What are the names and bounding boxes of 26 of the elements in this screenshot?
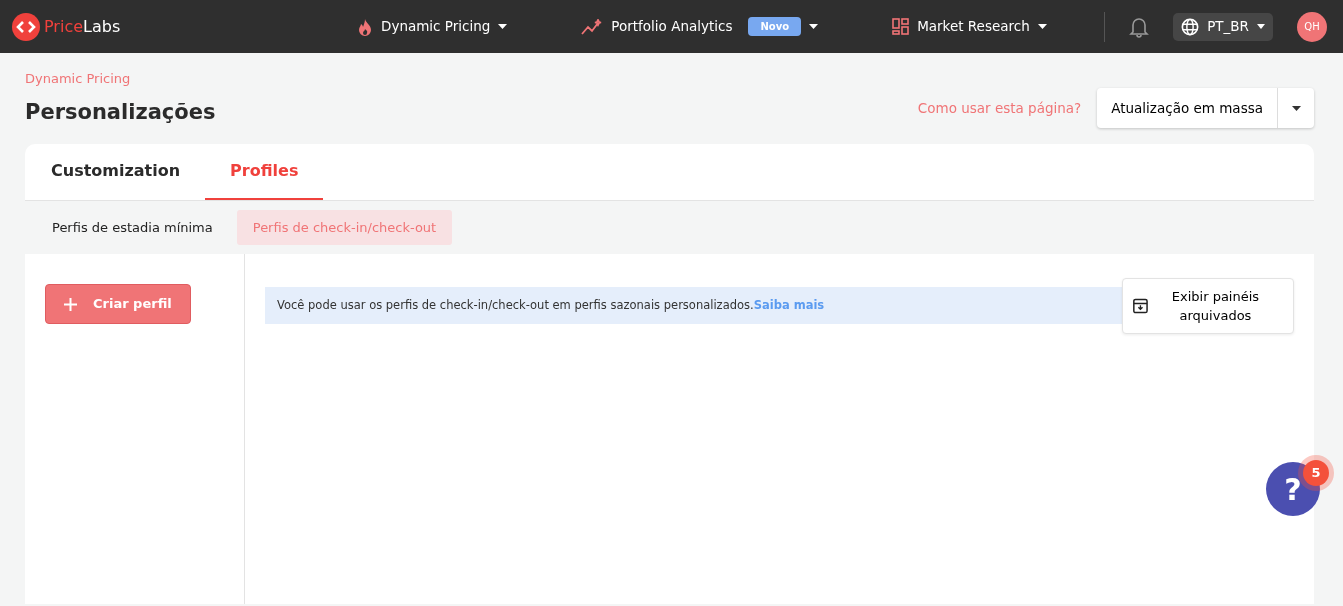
caret-icon bbox=[498, 24, 508, 29]
plus-icon bbox=[64, 297, 77, 311]
nav-menu[interactable]: Market Research bbox=[917, 16, 1047, 37]
sub-tab[interactable]: Perfis de estadia mínima bbox=[36, 209, 229, 246]
globe-icon bbox=[1181, 17, 1200, 36]
nav-menu[interactable]: Dynamic Pricing bbox=[381, 16, 508, 37]
language-selector[interactable]: PT_BR bbox=[1173, 12, 1273, 41]
archived-panels-button[interactable]: Exibir painéis arquivados bbox=[1122, 278, 1294, 334]
caret-icon bbox=[1037, 24, 1047, 29]
caret-icon bbox=[1257, 24, 1265, 29]
dashboard-grid-icon bbox=[892, 18, 910, 35]
new-badge: Novo bbox=[748, 17, 802, 36]
app-logo[interactable]: PriceLabs bbox=[44, 14, 121, 39]
notification-count-badge: 5 bbox=[1303, 460, 1329, 486]
caret-icon bbox=[809, 24, 819, 29]
info-text: Você pode usar os perfis de check-in/check-out em perfis sazonais personalizados. bbox=[277, 296, 754, 314]
notification-bell-icon[interactable] bbox=[1129, 15, 1150, 38]
caret-icon bbox=[1291, 106, 1301, 111]
logo-icon bbox=[12, 12, 40, 41]
trend-chart-icon bbox=[581, 18, 604, 35]
nav-menu[interactable]: Portfolio Analytics Novo bbox=[611, 16, 819, 37]
bulk-update-button[interactable]: Atualização em massa bbox=[1097, 88, 1278, 128]
flame-icon bbox=[357, 17, 373, 36]
page-title: Personalizações bbox=[25, 98, 216, 126]
tab[interactable]: Customization bbox=[26, 144, 206, 200]
archive-box-icon bbox=[1133, 297, 1148, 315]
